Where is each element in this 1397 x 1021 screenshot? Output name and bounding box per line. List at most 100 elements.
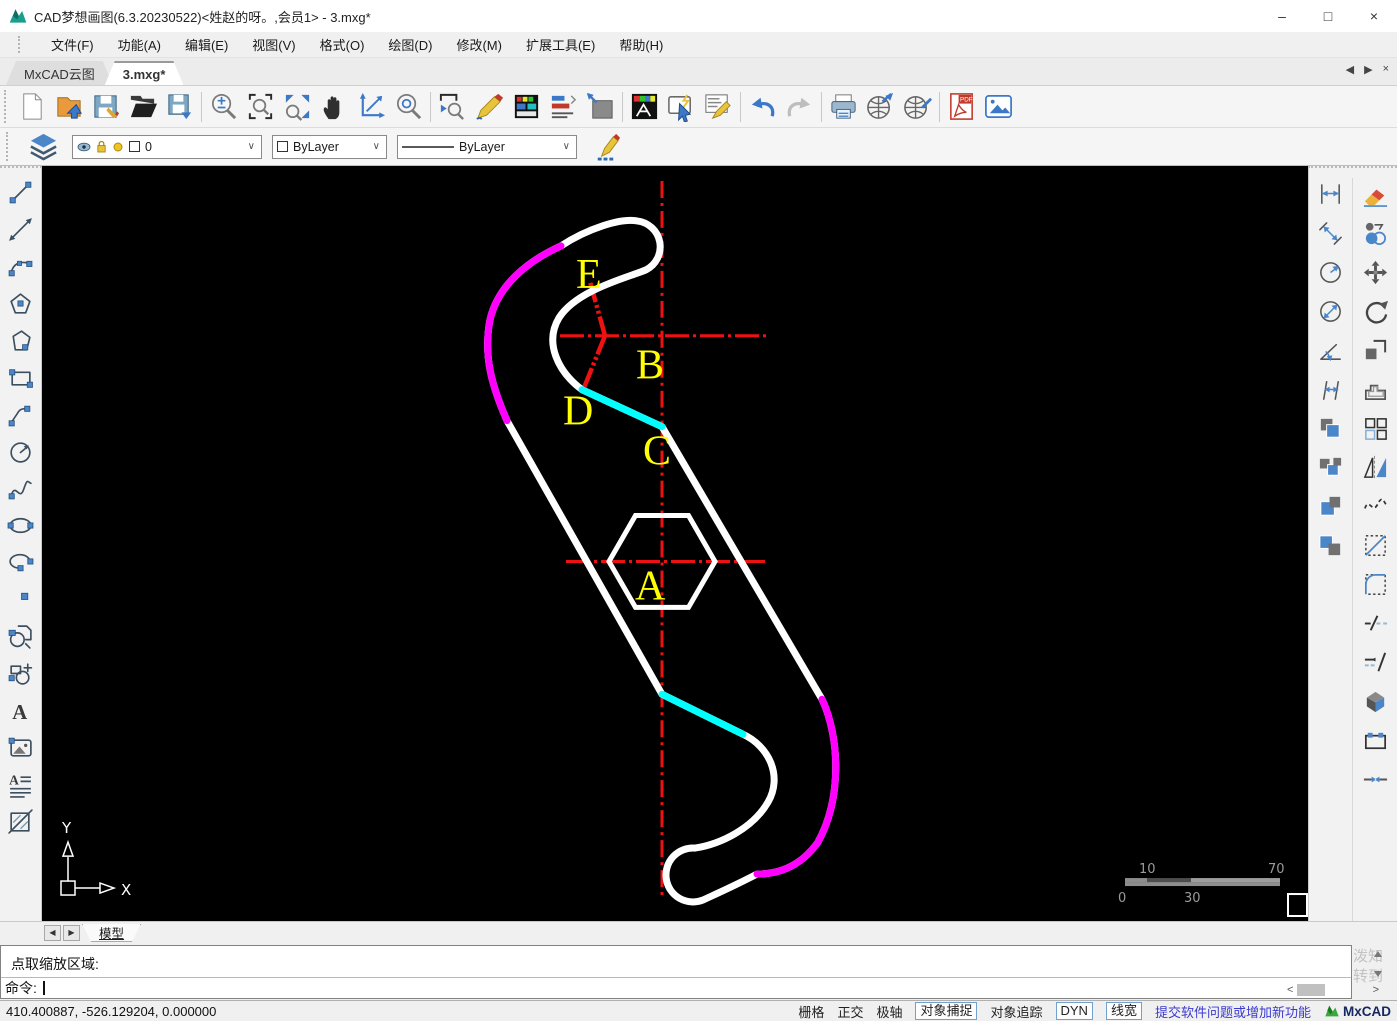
menu-file[interactable]: 文件(F) [51,35,94,54]
dim-radius-icon[interactable] [1314,256,1346,288]
break-icon[interactable] [1360,607,1392,639]
point-tool-icon[interactable] [5,583,37,615]
scroll-down-icon[interactable] [1374,971,1382,977]
open-folder-icon[interactable] [124,89,161,125]
explode-icon[interactable] [1360,685,1392,717]
circle-tool-icon[interactable] [5,435,37,467]
dim-linear-icon[interactable] [1314,178,1346,210]
pan-icon[interactable] [316,89,353,125]
toggle-otrack[interactable]: 对象追踪 [990,1002,1042,1021]
scale-icon[interactable] [1360,334,1392,366]
sketch-pencil-icon[interactable] [471,89,508,125]
offset-icon[interactable] [1360,373,1392,405]
chamfer-icon[interactable] [1360,529,1392,561]
feedback-link[interactable]: 提交软件问题或增加新功能 [1155,1002,1311,1021]
copy-with-base-icon[interactable] [1314,451,1346,483]
polygon-irregular-tool-icon[interactable] [5,324,37,356]
label-D[interactable]: D [563,389,593,435]
label-C[interactable]: C [643,429,671,475]
pdf-export-icon[interactable]: PDF [943,89,980,125]
insert-block-tool-icon[interactable] [5,620,37,652]
rotate-icon[interactable] [1360,295,1392,327]
command-vertical-scrollbar[interactable] [1371,951,1385,977]
web-publish-icon[interactable] [862,89,899,125]
layout-prev-icon[interactable]: ◀ [44,924,61,941]
layer-select[interactable]: 0 ∨ [72,134,262,159]
menu-draw[interactable]: 绘图(D) [388,35,432,54]
menu-function[interactable]: 功能(A) [118,35,161,54]
toggle-osnap[interactable]: 对象捕捉 [915,1002,978,1020]
paste-clip-icon[interactable] [1314,490,1346,522]
layers-icon[interactable] [25,129,62,165]
image-export-icon[interactable] [980,89,1017,125]
color-palette-icon[interactable] [508,89,545,125]
print-icon[interactable] [825,89,862,125]
color-select[interactable]: ByLayer ∨ [272,134,387,159]
model-tab[interactable]: 模型 [82,924,141,942]
xline-tool-icon[interactable] [5,213,37,245]
scroll-left-icon[interactable]: < [1287,984,1293,996]
text-style-icon[interactable] [626,89,663,125]
save-icon[interactable] [87,89,124,125]
mirror-icon[interactable] [1360,451,1392,483]
move-icon[interactable] [1360,256,1392,288]
fillet-icon[interactable] [1360,568,1392,600]
undo-icon[interactable] [744,89,781,125]
dim-rotated-icon[interactable] [1314,373,1346,405]
toggle-dyn[interactable]: DYN [1055,1002,1093,1020]
zoom-center-icon[interactable] [390,89,427,125]
toggle-polar[interactable]: 极轴 [876,1002,902,1021]
label-A[interactable]: A [635,563,665,609]
command-window[interactable]: 点取缩放区域: 命令: [0,945,1352,999]
zoom-dynamic-icon[interactable] [353,89,390,125]
tab-current-drawing[interactable]: 3.mxg* [105,61,184,85]
drawing-canvas[interactable]: E B C D A Y X 10 70 0 30 [42,166,1308,921]
toggle-grid[interactable]: 栅格 [798,1002,824,1021]
scroll-thumb[interactable] [1297,984,1326,996]
join-icon[interactable] [1360,763,1392,795]
zoom-in-icon[interactable] [205,89,242,125]
redo-icon[interactable] [781,89,818,125]
command-horizontal-scrollbar[interactable]: < > [1287,982,1379,998]
new-file-icon[interactable] [13,89,50,125]
ellipse-arc-tool-icon[interactable] [5,546,37,578]
dim-angular-icon[interactable] [1314,334,1346,366]
scroll-right-icon[interactable]: > [1373,984,1379,996]
text-tool-icon[interactable]: A [5,694,37,726]
mtext-tool-icon[interactable]: A [5,768,37,800]
ellipse-tool-icon[interactable] [5,509,37,541]
layout-next-icon[interactable]: ▶ [63,924,80,941]
draw-color-pencil-icon[interactable] [587,129,624,165]
web-update-icon[interactable] [899,89,936,125]
erase-icon[interactable] [1360,178,1392,210]
linetype-select[interactable]: ByLayer ∨ [397,134,577,159]
maximize-button[interactable]: □ [1305,0,1351,32]
polygon-tool-icon[interactable] [5,287,37,319]
open-project-icon[interactable] [50,89,87,125]
menu-format[interactable]: 格式(O) [320,35,365,54]
zoom-extents-icon[interactable] [279,89,316,125]
tab-scroll-right-icon[interactable]: ▶ [1364,63,1372,76]
toggle-lineweight[interactable]: 线宽 [1105,1002,1142,1020]
match-properties-icon[interactable] [700,89,737,125]
scroll-up-icon[interactable] [1374,951,1382,957]
menu-view[interactable]: 视图(V) [252,35,295,54]
menu-help[interactable]: 帮助(H) [619,35,663,54]
named-view-icon[interactable] [434,89,471,125]
dim-diameter-icon[interactable] [1314,295,1346,327]
break-at-point-icon[interactable] [1360,646,1392,678]
linetype-list-icon[interactable] [545,89,582,125]
menu-edit[interactable]: 编辑(E) [185,35,228,54]
command-input-line[interactable]: 命令: [1,977,1351,998]
save-as-icon[interactable] [161,89,198,125]
line-tool-icon[interactable] [5,176,37,208]
image-tool-icon[interactable] [5,731,37,763]
rectangle-tool-icon[interactable] [5,361,37,393]
model-space[interactable]: E B C D A Y X 10 70 0 30 [42,166,1308,921]
tab-mxcad-cloud[interactable]: MxCAD云图 [6,61,113,85]
array-icon[interactable] [1360,412,1392,444]
spline-edit-icon[interactable] [1360,490,1392,522]
menu-ext-tools[interactable]: 扩展工具(E) [526,35,595,54]
hatch-tool-icon[interactable] [5,805,37,837]
paste-block-icon[interactable] [1314,529,1346,561]
